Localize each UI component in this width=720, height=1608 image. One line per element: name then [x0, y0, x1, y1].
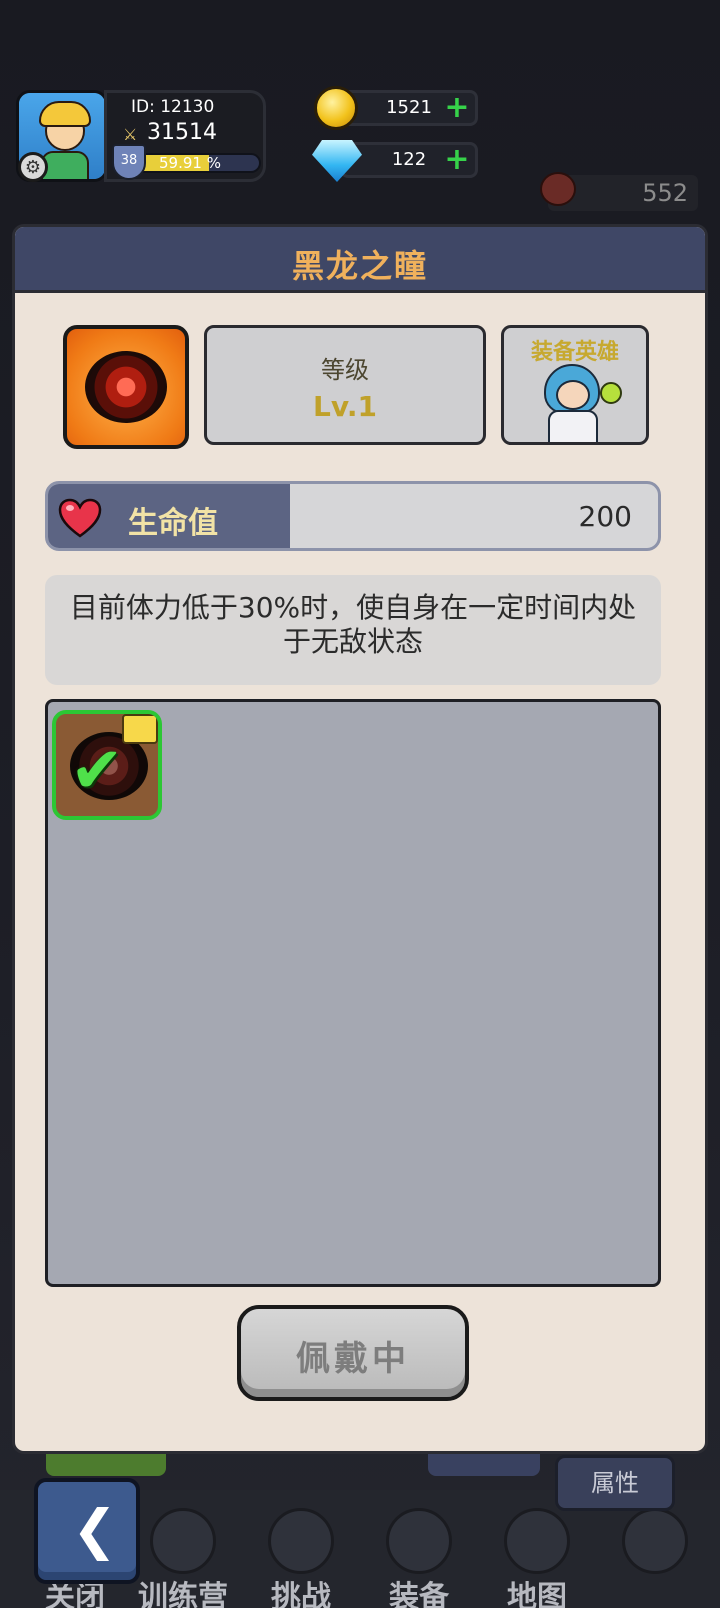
target-icon	[150, 1508, 216, 1574]
attributes-tab-label: 属性	[591, 1469, 639, 1497]
nav-training-label: 训练营	[138, 1580, 228, 1608]
hero-portrait	[538, 364, 622, 442]
item-description: 目前体力低于30%时，使自身在一定时间内处于无敌状态	[69, 591, 637, 658]
hero-face	[556, 380, 590, 410]
settings-gear-icon[interactable]: ⚙	[18, 152, 48, 182]
gold-coin-icon	[314, 86, 358, 130]
nav-map[interactable]: 地图	[482, 1500, 592, 1608]
inventory-slot-equipped[interactable]: ✔	[52, 710, 162, 820]
equipped-hero-box[interactable]: 装备英雄	[501, 325, 649, 445]
inventory-grid: ✔	[45, 699, 661, 1287]
hp-stat-label-section: 生命值	[48, 484, 290, 548]
hero-robe	[548, 410, 598, 442]
nav-equipment-label: 装备	[389, 1580, 449, 1608]
level-label: 等级	[321, 356, 369, 384]
nav-training-camp[interactable]: 训练营	[128, 1500, 238, 1608]
add-gems-plus-icon[interactable]: +	[443, 145, 471, 175]
back-button[interactable]: ❮	[34, 1478, 140, 1584]
coin-value: 1521	[386, 97, 432, 118]
wearing-button-label: 佩戴中	[296, 1339, 410, 1379]
dragon-eye-icon	[85, 351, 167, 423]
level-box: 等级 Lv.1	[204, 325, 486, 445]
modal-title: 黑龙之瞳	[291, 247, 428, 285]
avatar-hair	[39, 101, 91, 127]
level-value: Lv.1	[313, 390, 377, 423]
nav-equipment[interactable]: 装备	[364, 1500, 474, 1608]
item-description-box: 目前体力低于30%时，使自身在一定时间内处于无敌状态	[45, 575, 661, 685]
xp-percent: 59.91 %	[159, 154, 221, 172]
player-id: ID: 12130	[131, 97, 215, 117]
hp-stat-value: 200	[578, 500, 632, 533]
armor-icon	[386, 1508, 452, 1574]
stamina-value: 552	[642, 179, 688, 207]
gem-value: 122	[391, 149, 427, 170]
player-level-shield-icon: 38	[112, 144, 146, 180]
lock-icon	[622, 1508, 688, 1574]
screen: ⚙ ID: 12130 ⚔ 31514 59.91 % 38 1521 + 12…	[0, 0, 720, 1608]
nav-challenge-label: 挑战	[271, 1580, 331, 1608]
nav-locked[interactable]	[600, 1500, 710, 1608]
xp-bar: 59.91 %	[133, 153, 261, 173]
heart-icon	[58, 498, 102, 538]
chevron-left-icon: ❮	[72, 1498, 118, 1561]
crossed-swords-icon: ⚔	[123, 125, 138, 144]
checkmark-icon: ✔	[70, 734, 124, 808]
nav-map-label: 地图	[507, 1580, 567, 1608]
wearing-button[interactable]: 佩戴中	[237, 1305, 469, 1401]
player-level: 38	[120, 153, 138, 168]
add-coins-plus-icon[interactable]: +	[443, 93, 471, 123]
hp-stat-label: 生命值	[128, 506, 218, 541]
avatar-body	[41, 151, 89, 179]
combat-power: 31514	[147, 120, 217, 145]
map-scroll-icon	[504, 1508, 570, 1574]
attributes-tab[interactable]: 属性	[555, 1455, 675, 1511]
hero-staff-icon	[600, 382, 622, 404]
equipped-hero-label: 装备英雄	[530, 340, 619, 365]
nav-challenge[interactable]: 挑战	[246, 1500, 356, 1608]
modal-header: 黑龙之瞳	[15, 227, 705, 293]
item-icon-frame	[63, 325, 189, 449]
gem-counter: 122 +	[340, 142, 478, 178]
book-icon	[122, 714, 158, 744]
sword-icon	[268, 1508, 334, 1574]
item-detail-modal: 黑龙之瞳 等级 Lv.1 装备英雄 生命值 200 目前体力低于30%时，使自身…	[12, 224, 708, 1454]
meat-icon	[540, 172, 576, 206]
coin-counter: 1521 +	[340, 90, 478, 126]
hp-stat-bar: 生命值 200	[45, 481, 661, 551]
